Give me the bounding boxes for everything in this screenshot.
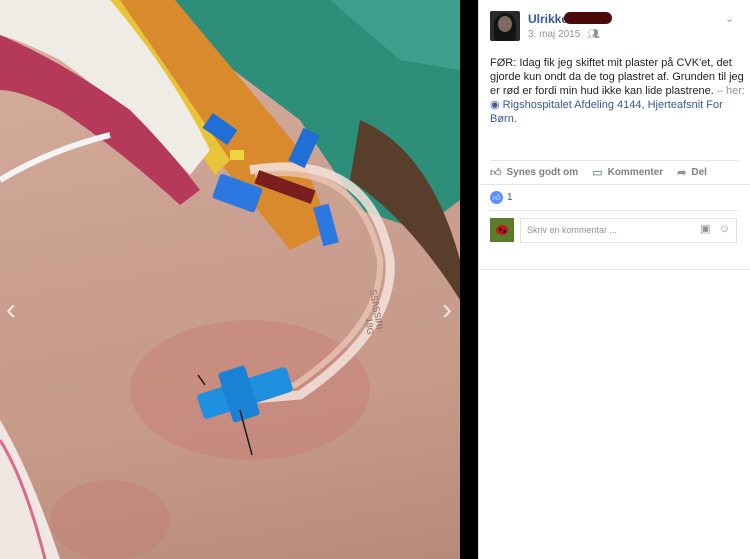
theater-divider — [460, 0, 478, 559]
share-label: Del — [691, 166, 707, 178]
reactions-divider — [479, 184, 750, 185]
location-link[interactable]: Rigshospitalet Afdeling 4144, Hjerteafsn… — [490, 99, 723, 125]
share-button[interactable]: ➦ Del — [677, 165, 707, 179]
share-arrow-icon: ➦ — [677, 166, 687, 179]
photo-illustration: SSI\SSIRI 18G — [0, 0, 460, 559]
shirt-collar — [0, 420, 60, 559]
comment-label: Kommenter — [607, 166, 664, 178]
reaction-count[interactable]: 1 — [507, 192, 513, 203]
comments-divider — [490, 210, 738, 211]
author-avatar[interactable] — [490, 11, 520, 41]
skin-redness-lower — [50, 480, 170, 559]
ladybug-spot — [499, 228, 502, 231]
commenter-avatar — [490, 218, 514, 242]
friends-icon: 👥︎ — [587, 29, 600, 40]
ladybug-icon — [496, 225, 508, 235]
speech-bubble-icon: ▭ — [592, 166, 603, 179]
location-pin-icon: ◉ — [490, 99, 500, 111]
previous-photo-button[interactable]: ‹ — [0, 292, 22, 328]
chevron-down-icon[interactable]: ⌄ — [725, 12, 734, 25]
post-text: FØR: Idag fik jeg skiftet mit plaster på… — [490, 56, 746, 126]
camera-icon[interactable]: ▣ — [700, 223, 710, 235]
action-bar: 👍︎ Synes godt om ▭ Kommenter ➦ Del — [490, 165, 721, 179]
thumbs-up-icon: 👍︎ — [490, 166, 502, 179]
reaction-summary[interactable]: 👍︎ 1 — [490, 191, 513, 204]
next-photo-button[interactable]: › — [436, 292, 458, 328]
comment-button[interactable]: ▭ Kommenter — [592, 165, 663, 179]
post-card: Ulrikke 3. maj 2015 👥︎ ⌄ FØR: Idag fik j… — [479, 0, 750, 270]
post-panel: Ulrikke 3. maj 2015 👥︎ ⌄ FØR: Idag fik j… — [478, 0, 750, 559]
photo-theater: SSI\SSIRI 18G ‹ › Ulrikke 3. maj 2015 👥︎… — [0, 0, 750, 559]
ladybug-spot — [503, 230, 506, 233]
post-date-text[interactable]: 3. maj 2015 — [528, 29, 580, 40]
comment-tools: ▣ ☺ — [695, 224, 730, 235]
like-button[interactable]: 👍︎ Synes godt om — [490, 165, 578, 179]
comment-input[interactable]: Skriv en kommentar ... ▣ ☺ — [520, 218, 737, 243]
tube-text-2: 18G — [364, 317, 375, 335]
yellow-cap — [230, 150, 244, 160]
at-prefix: – her: — [713, 85, 745, 97]
like-badge-icon: 👍︎ — [490, 191, 503, 204]
name-redaction — [564, 12, 612, 24]
post-body: FØR: Idag fik jeg skiftet mit plaster på… — [490, 57, 744, 97]
actions-divider — [490, 160, 738, 161]
like-label: Synes godt om — [506, 166, 579, 178]
comment-placeholder: Skriv en kommentar ... — [527, 225, 618, 235]
white-strap — [0, 132, 111, 183]
avatar-face — [498, 16, 512, 32]
post-photo[interactable]: SSI\SSIRI 18G ‹ › — [0, 0, 460, 559]
author-name[interactable]: Ulrikke — [528, 12, 568, 26]
emoji-icon[interactable]: ☺ — [719, 223, 730, 235]
post-date[interactable]: 3. maj 2015 👥︎ — [528, 29, 600, 40]
